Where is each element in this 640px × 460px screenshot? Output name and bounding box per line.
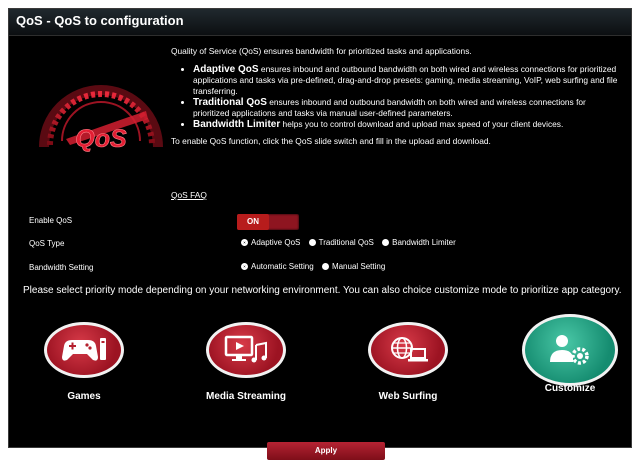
bandwidth-setting-label: Bandwidth Setting	[29, 263, 94, 272]
radio-icon	[382, 239, 390, 246]
radio-manual-setting[interactable]: Manual Setting	[321, 262, 385, 271]
apply-button[interactable]: Apply	[267, 442, 385, 460]
radio-selected-icon	[241, 239, 248, 246]
mode-media-streaming[interactable]: Media Streaming	[186, 322, 306, 402]
monitor-music-icon	[224, 335, 267, 363]
web-surfing-circle	[368, 322, 448, 378]
customize-circle	[522, 314, 618, 386]
radio-traditional-qos[interactable]: Traditional QoS	[308, 238, 374, 247]
list-item: Adaptive QoS ensures inbound and outboun…	[193, 64, 621, 97]
mode-label: Web Surfing	[378, 391, 438, 402]
list-item: Bandwidth Limiter helps you to control d…	[193, 119, 621, 130]
toggle-state: ON	[237, 214, 269, 230]
globe-laptop-icon	[391, 337, 428, 362]
enable-qos-toggle[interactable]: ON	[237, 214, 299, 230]
logo-text: QoS	[75, 125, 127, 153]
enable-note: To enable QoS function, click the QoS sl…	[171, 136, 491, 146]
enable-qos-label: Enable QoS	[29, 216, 73, 225]
radio-icon	[321, 263, 329, 270]
mode-customize[interactable]: Customize	[510, 314, 630, 394]
qos-logo: QoS	[39, 85, 163, 153]
radio-selected-icon	[241, 263, 248, 270]
qos-page: QoS - QoS to configuration QoS Quality o…	[8, 8, 632, 460]
user-gear-icon	[550, 335, 589, 365]
page-title: QoS - QoS to configuration	[16, 13, 184, 28]
list-item: Traditional QoS ensures inbound and outb…	[193, 97, 621, 119]
qos-type-radio-group: Adaptive QoS Traditional QoS Bandwidth L…	[241, 238, 462, 247]
gamepad-icon	[62, 338, 106, 361]
radio-adaptive-qos[interactable]: Adaptive QoS	[241, 238, 300, 247]
radio-automatic-setting[interactable]: Automatic Setting	[241, 262, 314, 271]
qos-faq-link[interactable]: QoS FAQ	[171, 190, 207, 200]
mode-label: Media Streaming	[205, 391, 287, 402]
radio-icon	[308, 239, 316, 246]
title-bar: QoS - QoS to configuration	[9, 9, 631, 36]
qos-type-label: QoS Type	[29, 239, 65, 248]
bandwidth-radio-group: Automatic Setting Manual Setting	[241, 262, 391, 271]
intro-lead: Quality of Service (QoS) ensures bandwid…	[171, 46, 472, 56]
games-circle	[44, 322, 124, 378]
qos-mode-list: Adaptive QoS ensures inbound and outboun…	[171, 64, 621, 130]
priority-prompt: Please select priority mode depending on…	[23, 285, 622, 296]
media-streaming-circle	[206, 322, 286, 378]
radio-bandwidth-limiter[interactable]: Bandwidth Limiter	[382, 238, 456, 247]
intro-section: Quality of Service (QoS) ensures bandwid…	[171, 46, 621, 147]
mode-web-surfing[interactable]: Web Surfing	[348, 322, 468, 402]
mode-label: Games	[67, 391, 101, 402]
mode-games[interactable]: Games	[24, 322, 144, 402]
